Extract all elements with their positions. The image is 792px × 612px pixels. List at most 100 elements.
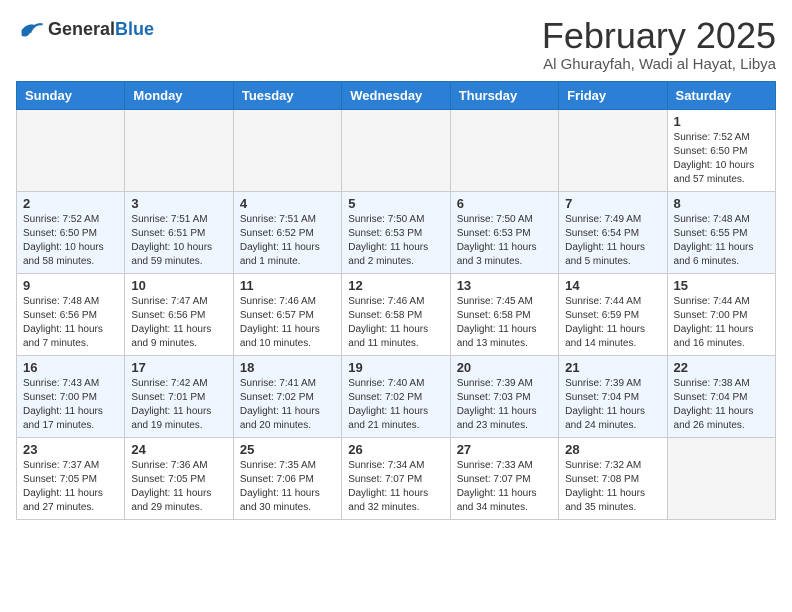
month-title: February 2025 (542, 16, 776, 56)
calendar-cell: 18 Sunrise: 7:41 AM Sunset: 7:02 PM Dayli… (233, 355, 341, 437)
calendar-cell: 15 Sunrise: 7:44 AM Sunset: 7:00 PM Dayli… (667, 273, 775, 355)
day-number: 4 (240, 196, 335, 211)
weekday-header-friday: Friday (559, 81, 667, 109)
calendar-week-row: 9 Sunrise: 7:48 AM Sunset: 6:56 PM Daylig… (17, 273, 776, 355)
weekday-header-row: SundayMondayTuesdayWednesdayThursdayFrid… (17, 81, 776, 109)
day-number: 19 (348, 360, 443, 375)
calendar-cell: 3 Sunrise: 7:51 AM Sunset: 6:51 PM Daylig… (125, 191, 233, 273)
calendar-cell: 27 Sunrise: 7:33 AM Sunset: 7:07 PM Dayli… (450, 437, 558, 519)
day-number: 24 (131, 442, 226, 457)
calendar-table: SundayMondayTuesdayWednesdayThursdayFrid… (16, 81, 776, 520)
day-info: Sunrise: 7:46 AM Sunset: 6:58 PM Dayligh… (348, 295, 443, 351)
day-number: 2 (23, 196, 118, 211)
calendar-cell (17, 109, 125, 191)
calendar-cell: 19Sunrise: 7:40 AM Sunset: 7:02 PM Dayli… (342, 355, 450, 437)
day-info: Sunrise: 7:48 AM Sunset: 6:55 PM Dayligh… (674, 213, 769, 269)
day-number: 11 (240, 278, 335, 293)
calendar-cell: 5Sunrise: 7:50 AM Sunset: 6:53 PM Daylig… (342, 191, 450, 273)
calendar-cell: 20 Sunrise: 7:39 AM Sunset: 7:03 PM Dayli… (450, 355, 558, 437)
calendar-cell: 14 Sunrise: 7:44 AM Sunset: 6:59 PM Dayli… (559, 273, 667, 355)
weekday-header-wednesday: Wednesday (342, 81, 450, 109)
calendar-cell: 6Sunrise: 7:50 AM Sunset: 6:53 PM Daylig… (450, 191, 558, 273)
day-number: 8 (674, 196, 769, 211)
calendar-cell: 17 Sunrise: 7:42 AM Sunset: 7:01 PM Dayli… (125, 355, 233, 437)
day-info: Sunrise: 7:43 AM Sunset: 7:00 PM Dayligh… (23, 377, 118, 433)
day-number: 10 (131, 278, 226, 293)
calendar-cell: 13Sunrise: 7:45 AM Sunset: 6:58 PM Dayli… (450, 273, 558, 355)
calendar-week-row: 2 Sunrise: 7:52 AM Sunset: 6:50 PM Daylig… (17, 191, 776, 273)
logo: GeneralBlue (16, 16, 154, 44)
calendar-cell: 8 Sunrise: 7:48 AM Sunset: 6:55 PM Daylig… (667, 191, 775, 273)
day-info: Sunrise: 7:34 AM Sunset: 7:07 PM Dayligh… (348, 459, 443, 515)
day-info: Sunrise: 7:33 AM Sunset: 7:07 PM Dayligh… (457, 459, 552, 515)
day-number: 28 (565, 442, 660, 457)
calendar-cell: 26 Sunrise: 7:34 AM Sunset: 7:07 PM Dayli… (342, 437, 450, 519)
day-number: 21 (565, 360, 660, 375)
day-info: Sunrise: 7:44 AM Sunset: 6:59 PM Dayligh… (565, 295, 660, 351)
calendar-cell: 25Sunrise: 7:35 AM Sunset: 7:06 PM Dayli… (233, 437, 341, 519)
day-info: Sunrise: 7:52 AM Sunset: 6:50 PM Dayligh… (674, 131, 769, 187)
calendar-cell (450, 109, 558, 191)
calendar-cell: 4 Sunrise: 7:51 AM Sunset: 6:52 PM Daylig… (233, 191, 341, 273)
calendar-cell: 22Sunrise: 7:38 AM Sunset: 7:04 PM Dayli… (667, 355, 775, 437)
page-header: GeneralBlue February 2025 Al Ghurayfah, … (16, 16, 776, 73)
calendar-cell: 11Sunrise: 7:46 AM Sunset: 6:57 PM Dayli… (233, 273, 341, 355)
day-info: Sunrise: 7:47 AM Sunset: 6:56 PM Dayligh… (131, 295, 226, 351)
day-number: 17 (131, 360, 226, 375)
calendar-cell (559, 109, 667, 191)
calendar-cell: 24 Sunrise: 7:36 AM Sunset: 7:05 PM Dayli… (125, 437, 233, 519)
calendar-cell: 10 Sunrise: 7:47 AM Sunset: 6:56 PM Dayli… (125, 273, 233, 355)
day-number: 16 (23, 360, 118, 375)
day-number: 23 (23, 442, 118, 457)
day-number: 22 (674, 360, 769, 375)
day-number: 1 (674, 114, 769, 129)
weekday-header-monday: Monday (125, 81, 233, 109)
day-number: 15 (674, 278, 769, 293)
calendar-cell (125, 109, 233, 191)
weekday-header-thursday: Thursday (450, 81, 558, 109)
location: Al Ghurayfah, Wadi al Hayat, Libya (542, 56, 776, 73)
calendar-cell: 21 Sunrise: 7:39 AM Sunset: 7:04 PM Dayli… (559, 355, 667, 437)
calendar-week-row: 1 Sunrise: 7:52 AM Sunset: 6:50 PM Daylig… (17, 109, 776, 191)
calendar-cell: 1 Sunrise: 7:52 AM Sunset: 6:50 PM Daylig… (667, 109, 775, 191)
day-info: Sunrise: 7:36 AM Sunset: 7:05 PM Dayligh… (131, 459, 226, 515)
calendar-cell: 16 Sunrise: 7:43 AM Sunset: 7:00 PM Dayli… (17, 355, 125, 437)
logo-icon (16, 16, 44, 44)
day-info: Sunrise: 7:52 AM Sunset: 6:50 PM Dayligh… (23, 213, 118, 269)
day-info: Sunrise: 7:45 AM Sunset: 6:58 PM Dayligh… (457, 295, 552, 351)
day-number: 3 (131, 196, 226, 211)
day-info: Sunrise: 7:48 AM Sunset: 6:56 PM Dayligh… (23, 295, 118, 351)
day-info: Sunrise: 7:51 AM Sunset: 6:52 PM Dayligh… (240, 213, 335, 269)
day-info: Sunrise: 7:51 AM Sunset: 6:51 PM Dayligh… (131, 213, 226, 269)
day-number: 7 (565, 196, 660, 211)
day-number: 18 (240, 360, 335, 375)
title-area: February 2025 Al Ghurayfah, Wadi al Haya… (542, 16, 776, 73)
calendar-week-row: 23 Sunrise: 7:37 AM Sunset: 7:05 PM Dayli… (17, 437, 776, 519)
day-info: Sunrise: 7:39 AM Sunset: 7:04 PM Dayligh… (565, 377, 660, 433)
day-info: Sunrise: 7:44 AM Sunset: 7:00 PM Dayligh… (674, 295, 769, 351)
logo-text: GeneralBlue (48, 19, 154, 41)
calendar-cell (342, 109, 450, 191)
calendar-cell (233, 109, 341, 191)
day-number: 14 (565, 278, 660, 293)
day-number: 20 (457, 360, 552, 375)
calendar-cell: 23 Sunrise: 7:37 AM Sunset: 7:05 PM Dayli… (17, 437, 125, 519)
calendar-cell: 28 Sunrise: 7:32 AM Sunset: 7:08 PM Dayli… (559, 437, 667, 519)
day-info: Sunrise: 7:41 AM Sunset: 7:02 PM Dayligh… (240, 377, 335, 433)
calendar-cell: 12 Sunrise: 7:46 AM Sunset: 6:58 PM Dayli… (342, 273, 450, 355)
day-info: Sunrise: 7:49 AM Sunset: 6:54 PM Dayligh… (565, 213, 660, 269)
day-number: 27 (457, 442, 552, 457)
day-number: 6 (457, 196, 552, 211)
day-number: 9 (23, 278, 118, 293)
calendar-week-row: 16 Sunrise: 7:43 AM Sunset: 7:00 PM Dayli… (17, 355, 776, 437)
day-info: Sunrise: 7:42 AM Sunset: 7:01 PM Dayligh… (131, 377, 226, 433)
day-info: Sunrise: 7:32 AM Sunset: 7:08 PM Dayligh… (565, 459, 660, 515)
calendar-cell: 9 Sunrise: 7:48 AM Sunset: 6:56 PM Daylig… (17, 273, 125, 355)
day-info: Sunrise: 7:39 AM Sunset: 7:03 PM Dayligh… (457, 377, 552, 433)
weekday-header-saturday: Saturday (667, 81, 775, 109)
day-info: Sunrise: 7:37 AM Sunset: 7:05 PM Dayligh… (23, 459, 118, 515)
calendar-cell (667, 437, 775, 519)
weekday-header-tuesday: Tuesday (233, 81, 341, 109)
day-number: 12 (348, 278, 443, 293)
day-number: 26 (348, 442, 443, 457)
